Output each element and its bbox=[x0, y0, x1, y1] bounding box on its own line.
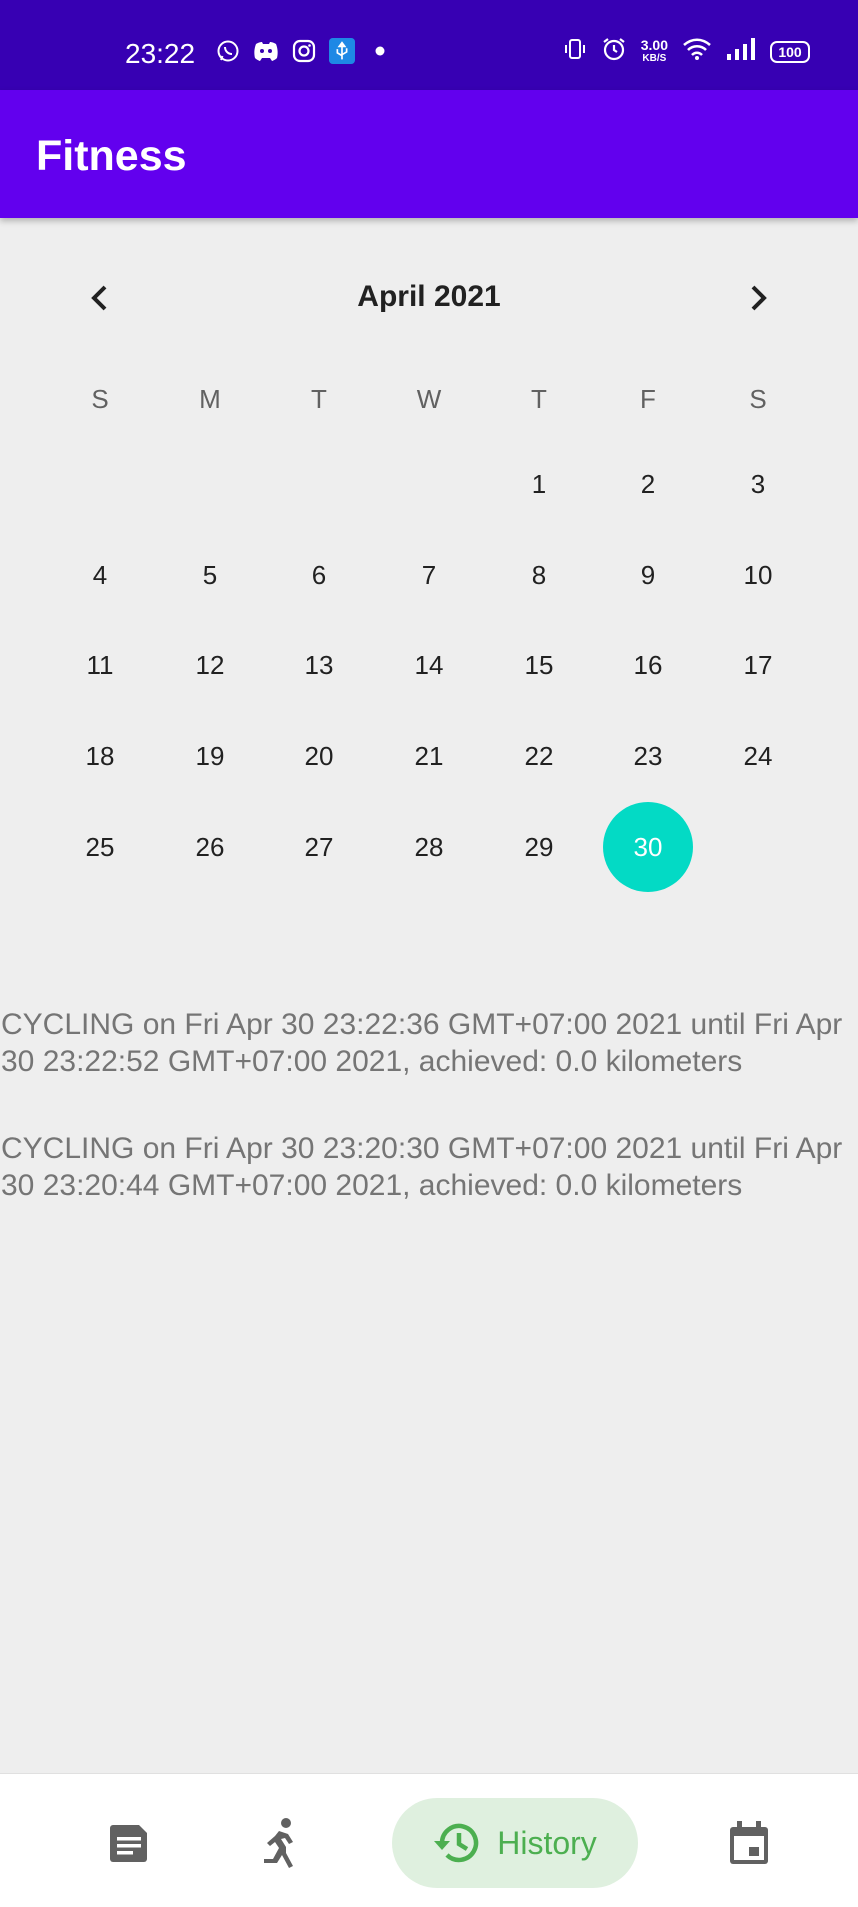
document-icon bbox=[110, 1825, 147, 1862]
app-title: Fitness bbox=[36, 132, 187, 180]
whatsapp-icon bbox=[215, 38, 241, 64]
network-speed: 3.00 KB/S bbox=[640, 36, 668, 65]
calendar-day[interactable]: 5 bbox=[165, 530, 255, 620]
notification-icons bbox=[215, 38, 393, 64]
signal-icon bbox=[726, 37, 756, 66]
calendar-icon bbox=[730, 1821, 768, 1864]
status-time: 23:22 bbox=[125, 38, 196, 69]
calendar-day[interactable]: 1 bbox=[494, 439, 584, 529]
weekday-label: S bbox=[749, 384, 767, 414]
nav-item-calendar[interactable] bbox=[704, 1798, 794, 1888]
calendar-day[interactable]: 11 bbox=[55, 620, 145, 710]
nav-item-activity[interactable] bbox=[236, 1798, 326, 1888]
calendar-day[interactable]: 2 bbox=[603, 439, 693, 529]
calendar-day[interactable]: 16 bbox=[603, 620, 693, 710]
discord-icon bbox=[253, 38, 279, 64]
battery-icon: 100 bbox=[770, 40, 810, 63]
calendar-day[interactable]: 9 bbox=[603, 530, 693, 620]
nav-item-log[interactable] bbox=[84, 1798, 174, 1888]
weekday-label: S bbox=[91, 384, 109, 414]
weekday-label: M bbox=[199, 384, 221, 414]
chevron-right-icon bbox=[751, 285, 767, 311]
selected-day[interactable]: 30 bbox=[603, 802, 693, 892]
net-speed-unit: KB/S bbox=[642, 52, 667, 64]
calendar-day[interactable]: 3 bbox=[713, 439, 803, 529]
vibrate-icon bbox=[563, 37, 587, 66]
history-icon bbox=[434, 1823, 479, 1863]
calendar-day[interactable]: 25 bbox=[55, 802, 145, 892]
calendar-day[interactable]: 17 bbox=[713, 620, 803, 710]
calendar-day[interactable]: 29 bbox=[494, 802, 584, 892]
instagram-icon bbox=[291, 38, 317, 64]
net-speed-value: 3.00 bbox=[640, 36, 668, 53]
app-bar: Fitness bbox=[0, 90, 858, 218]
calendar-day[interactable]: 24 bbox=[713, 711, 803, 801]
calendar-day[interactable]: 15 bbox=[494, 620, 584, 710]
history-entry[interactable]: CYCLING on Fri Apr 30 23:22:36 GMT+07:00… bbox=[0, 1006, 850, 1080]
calendar-day[interactable]: 21 bbox=[384, 711, 474, 801]
nav-item-history[interactable]: History bbox=[392, 1798, 638, 1888]
running-icon bbox=[264, 1818, 293, 1868]
usb-icon bbox=[329, 38, 355, 64]
history-list: CYCLING on Fri Apr 30 23:22:36 GMT+07:00… bbox=[0, 1006, 858, 1254]
calendar-month-label: April 2021 bbox=[357, 280, 501, 313]
calendar-day[interactable]: 10 bbox=[713, 530, 803, 620]
bottom-navigation: History bbox=[0, 1773, 858, 1907]
calendar-day[interactable]: 8 bbox=[494, 530, 584, 620]
calendar-day[interactable]: 18 bbox=[55, 711, 145, 801]
calendar-day[interactable]: 4 bbox=[55, 530, 145, 620]
system-icons: 3.00 KB/S 100 bbox=[563, 36, 810, 67]
next-month-button[interactable] bbox=[736, 276, 780, 320]
calendar-day[interactable]: 28 bbox=[384, 802, 474, 892]
calendar-day[interactable]: 26 bbox=[165, 802, 255, 892]
calendar-day[interactable]: 22 bbox=[494, 711, 584, 801]
dot-icon bbox=[367, 38, 393, 64]
weekday-label: T bbox=[311, 384, 327, 414]
calendar-day[interactable]: 12 bbox=[165, 620, 255, 710]
weekday-label: W bbox=[416, 384, 442, 414]
calendar-day[interactable]: 19 bbox=[165, 711, 255, 801]
calendar-day[interactable]: 6 bbox=[274, 530, 364, 620]
calendar-day[interactable]: 7 bbox=[384, 530, 474, 620]
weekday-label: T bbox=[531, 384, 547, 414]
alarm-icon bbox=[601, 36, 627, 67]
calendar-day[interactable]: 23 bbox=[603, 711, 693, 801]
calendar-day[interactable]: 20 bbox=[274, 711, 364, 801]
history-entry[interactable]: CYCLING on Fri Apr 30 23:20:30 GMT+07:00… bbox=[0, 1130, 850, 1204]
calendar-day[interactable]: 13 bbox=[274, 620, 364, 710]
calendar-day[interactable]: 27 bbox=[274, 802, 364, 892]
wifi-icon bbox=[682, 37, 712, 66]
calendar-day[interactable]: 14 bbox=[384, 620, 474, 710]
status-bar: 23:22 3.00 KB/S 100 bbox=[0, 0, 858, 90]
weekday-label: F bbox=[640, 384, 656, 414]
nav-history-label: History bbox=[497, 1824, 597, 1861]
